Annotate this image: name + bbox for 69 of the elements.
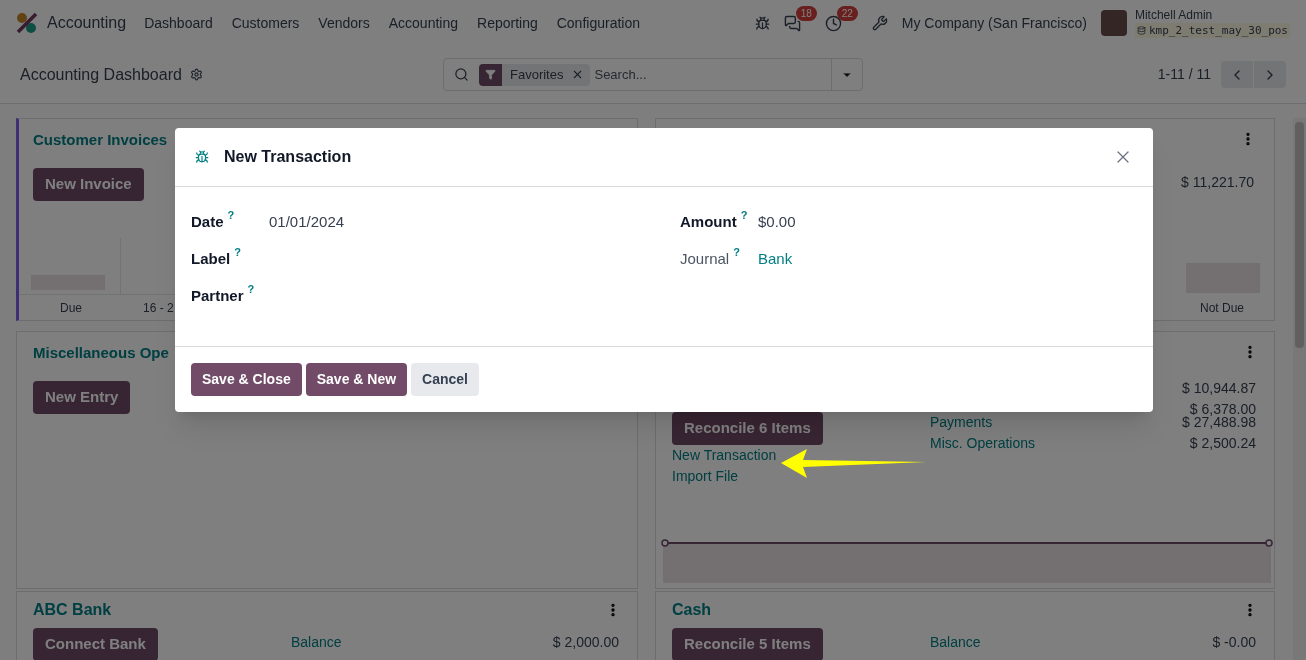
field-value[interactable]: $0.00	[758, 211, 796, 234]
field-label: Label	[191, 249, 231, 269]
menu-item[interactable]: Accounting	[388, 12, 458, 34]
search-input[interactable]: Search...	[594, 64, 831, 85]
dialog-button[interactable]: Save & Close	[191, 363, 302, 396]
amount-value: $ -0.00	[1212, 633, 1256, 652]
card-title[interactable]: Cash	[672, 598, 712, 622]
count-badge: 18	[795, 5, 817, 21]
dialog-button[interactable]: Save & New	[305, 363, 408, 396]
amount-value: $ 6,378.00	[1189, 400, 1256, 417]
row-link[interactable]: Balance	[930, 632, 981, 660]
field-label: Journal	[680, 249, 730, 269]
settings-icon[interactable]	[189, 68, 203, 81]
row-link[interactable]: Balance	[291, 632, 342, 660]
field-label: Amount	[680, 212, 737, 232]
field-label: Date	[191, 212, 224, 232]
pager-value[interactable]: 1-11 / 11	[1157, 64, 1211, 85]
scrollbar[interactable]	[1293, 118, 1306, 660]
action-button[interactable]: Reconcile 6 Items	[672, 412, 823, 445]
chart-label: 16 - 2	[143, 299, 174, 317]
field-label: Partner	[191, 286, 244, 306]
action-link[interactable]: Import File	[672, 466, 739, 487]
bug-icon	[195, 150, 209, 164]
action-button[interactable]: New Invoice	[33, 167, 144, 201]
help-mark[interactable]: ?	[234, 244, 241, 261]
app-name[interactable]: Accounting	[47, 11, 127, 35]
row-link[interactable]: Misc. Operations	[930, 433, 1036, 454]
menu-item[interactable]: Dashboard	[144, 12, 213, 34]
avatar[interactable]	[1100, 10, 1127, 36]
menu-item[interactable]: Reporting	[477, 12, 538, 34]
menu-item[interactable]: Customers	[231, 12, 300, 34]
chat-icon[interactable]	[783, 14, 801, 32]
filter-facet[interactable]: Favorites	[479, 63, 591, 86]
field-value[interactable]: 01/01/2024	[269, 211, 345, 234]
action-button[interactable]: New Entry	[33, 380, 131, 414]
menu-item[interactable]: Configuration	[556, 12, 640, 34]
menu-item[interactable]: Vendors	[318, 12, 370, 34]
database-name: kmp_2_test_may_30_pos	[1148, 23, 1288, 38]
search-field[interactable]: Favorites Search...	[443, 58, 863, 91]
tools-icon[interactable]	[871, 15, 888, 31]
help-mark[interactable]: ?	[227, 207, 235, 224]
dialog-button[interactable]: Cancel	[411, 363, 479, 396]
chart-label: Due	[59, 299, 83, 317]
action-link[interactable]: New Transaction	[672, 445, 777, 466]
help-mark[interactable]: ?	[733, 244, 740, 261]
amount-value: $ 27,488.98	[1182, 414, 1256, 432]
field-link[interactable]: Bank	[758, 248, 793, 271]
amount-value: $ 2,500.24	[1189, 434, 1256, 453]
dialog-title: New Transaction	[224, 147, 352, 167]
row-link[interactable]: Payments	[930, 412, 993, 433]
amount-value: $ 2,000.00	[552, 633, 619, 652]
search-icon[interactable]	[454, 67, 469, 82]
action-button[interactable]: Connect Bank	[33, 628, 158, 660]
count-badge: 22	[836, 5, 858, 21]
clock-icon[interactable]	[824, 14, 842, 32]
chart-label: Not Due	[1199, 299, 1244, 317]
card-title[interactable]: ABC Bank	[33, 598, 112, 622]
user-name[interactable]: Mitchell Admin	[1134, 8, 1290, 23]
app-logo-icon[interactable]	[16, 12, 38, 34]
filter-icon	[485, 69, 496, 80]
page-title: Accounting Dashboard	[20, 64, 182, 85]
amount-value: $ 11,221.70	[1181, 173, 1254, 192]
action-button[interactable]: Reconcile 5 Items	[672, 628, 823, 660]
amount-value: $ 10,944.87	[1182, 379, 1256, 398]
company-name[interactable]: My Company (San Francisco)	[901, 12, 1087, 34]
bug-icon[interactable]	[754, 15, 770, 31]
help-mark[interactable]: ?	[740, 207, 748, 224]
help-mark[interactable]: ?	[247, 281, 255, 298]
database-icon	[1136, 26, 1146, 35]
